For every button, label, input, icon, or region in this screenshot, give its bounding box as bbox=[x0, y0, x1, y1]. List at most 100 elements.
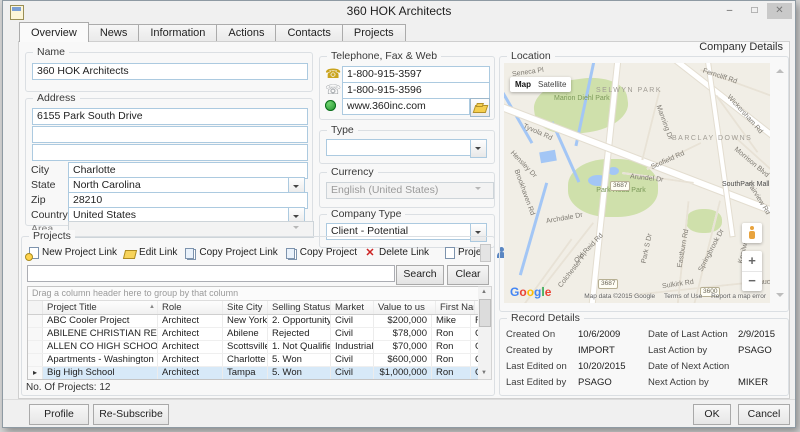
toolbar-overflow-grip[interactable] bbox=[480, 244, 491, 262]
copy-project-link-button[interactable]: Copy Project Link bbox=[184, 247, 277, 259]
record-details-group: Record Details Created On 10/6/2009 Date… bbox=[499, 318, 789, 396]
map-label: Park S Dr bbox=[641, 233, 654, 264]
col-first-name[interactable]: First Name bbox=[436, 301, 475, 314]
location-group: Location bbox=[499, 56, 789, 312]
col-site-city[interactable]: Site City bbox=[223, 301, 268, 314]
projects-group-label: Projects bbox=[29, 230, 75, 242]
col-project-title[interactable]: Project Title▲ bbox=[43, 301, 158, 314]
currency-group-label: Currency bbox=[327, 166, 378, 178]
close-button[interactable]: ✕ bbox=[767, 3, 792, 19]
search-button[interactable]: Search bbox=[396, 265, 444, 285]
project-search-input[interactable] bbox=[27, 265, 395, 282]
edit-link-button[interactable]: Edit Link bbox=[124, 247, 177, 259]
type-dropdown[interactable] bbox=[326, 139, 475, 156]
overview-tab-page: Company Details Name Address City State … bbox=[18, 41, 790, 399]
website-input[interactable] bbox=[342, 98, 470, 115]
created-by-value: IMPORT bbox=[578, 345, 615, 356]
type-dropdown-arrow-icon[interactable] bbox=[470, 139, 487, 158]
zoom-in-button[interactable]: + bbox=[742, 251, 762, 272]
col-market[interactable]: Market bbox=[331, 301, 374, 314]
fax-input[interactable] bbox=[342, 82, 490, 99]
col-selling-status[interactable]: Selling Status bbox=[268, 301, 331, 314]
area-dropdown-arrow-icon bbox=[292, 223, 302, 233]
table-row-selected[interactable]: ▸ Big High SchoolArchitect Tampa5. Won C… bbox=[28, 367, 479, 380]
group-by-hint[interactable]: Drag a column header here to group by th… bbox=[28, 287, 479, 300]
profile-button[interactable]: Profile bbox=[29, 404, 89, 425]
country-label: Country bbox=[31, 209, 68, 221]
table-row[interactable]: ALLEN CO HIGH SCHOOL PH 2Architect Scott… bbox=[28, 341, 479, 354]
clear-button[interactable]: Clear bbox=[447, 265, 489, 285]
ok-button[interactable]: OK bbox=[693, 404, 731, 425]
address-line2-input[interactable] bbox=[32, 126, 308, 143]
map-label: Colchester Pl bbox=[557, 252, 588, 289]
scroll-down-icon[interactable]: ▼ bbox=[478, 368, 490, 379]
sort-ascending-icon: ▲ bbox=[149, 301, 155, 314]
address-line1-input[interactable] bbox=[32, 108, 308, 125]
pegman-control[interactable] bbox=[742, 223, 762, 243]
terms-of-use-link[interactable]: Terms of Use bbox=[664, 293, 702, 300]
created-by-label: Created by bbox=[506, 345, 552, 356]
window-title: 360 HOK Architects bbox=[3, 4, 795, 18]
telephone-group-label: Telephone, Fax & Web bbox=[327, 50, 441, 62]
maximize-button[interactable]: □ bbox=[742, 3, 767, 19]
phone-input[interactable] bbox=[342, 66, 490, 83]
zip-label: Zip bbox=[31, 194, 46, 206]
report-map-error-link[interactable]: Report a map error bbox=[711, 293, 766, 300]
tab-information[interactable]: Information bbox=[138, 24, 217, 42]
google-map[interactable]: Seneca Pl SELWYN PARK Ferncliff Rd Wicke… bbox=[504, 63, 770, 303]
tab-contacts[interactable]: Contacts bbox=[275, 24, 342, 42]
table-row[interactable]: ABILENE CHRISTIAN RECREATI...Architect A… bbox=[28, 328, 479, 341]
app-window: 360 HOK Architects – □ ✕ Overview News I… bbox=[2, 0, 796, 428]
last-edited-on-value: 10/20/2015 bbox=[578, 361, 626, 372]
tab-overview[interactable]: Overview bbox=[19, 22, 89, 42]
tab-news[interactable]: News bbox=[88, 24, 140, 42]
edit-link-icon bbox=[123, 250, 137, 259]
google-logo[interactable]: Google bbox=[510, 285, 551, 299]
panel-scrollbar[interactable] bbox=[773, 63, 786, 303]
minimize-button[interactable]: – bbox=[717, 3, 742, 19]
grid-scrollbar[interactable]: ▲ ▼ bbox=[478, 286, 492, 380]
date-next-action-label: Date of Next Action bbox=[648, 361, 729, 372]
created-on-value: 10/6/2009 bbox=[578, 329, 620, 340]
cancel-button[interactable]: Cancel bbox=[738, 404, 790, 425]
map-label: Eastburn Rd bbox=[677, 229, 691, 269]
currency-dropdown: English (United States) bbox=[326, 182, 494, 199]
last-edited-on-label: Last Edited on bbox=[506, 361, 567, 372]
next-action-by-label: Next Action by bbox=[648, 377, 709, 388]
scroll-up-icon[interactable] bbox=[776, 69, 784, 73]
tab-projects[interactable]: Projects bbox=[342, 24, 406, 42]
last-edited-by-value: PSAGO bbox=[578, 377, 612, 388]
new-project-link-button[interactable]: New Project Link bbox=[27, 247, 117, 259]
copy-project-button[interactable]: Copy Project bbox=[285, 247, 357, 259]
col-value-to-us[interactable]: Value to us bbox=[374, 301, 436, 314]
type-group-label: Type bbox=[327, 124, 358, 136]
currency-dropdown-arrow-icon bbox=[474, 184, 484, 194]
resubscribe-button[interactable]: Re-Subscribe bbox=[93, 404, 169, 425]
road bbox=[641, 90, 660, 160]
record-details-group-label: Record Details bbox=[507, 312, 584, 324]
table-row[interactable]: ABC Cooler ProjectArchitect New York ...… bbox=[28, 315, 479, 328]
map-button[interactable]: Map bbox=[515, 80, 531, 89]
scroll-up-icon[interactable]: ▲ bbox=[478, 287, 490, 298]
table-row[interactable]: Apartments - WashingtonArchitect Charlot… bbox=[28, 354, 479, 367]
zoom-out-button[interactable]: − bbox=[742, 271, 762, 291]
scroll-down-icon[interactable] bbox=[776, 293, 784, 297]
new-project-link-icon bbox=[29, 247, 39, 259]
satellite-button[interactable]: Satellite bbox=[538, 80, 566, 89]
open-website-button[interactable] bbox=[470, 98, 490, 117]
delete-link-button[interactable]: ✕Delete Link bbox=[364, 247, 429, 259]
projects-group: Projects New Project Link Edit Link Copy… bbox=[21, 236, 495, 396]
next-action-by-value: MIKER bbox=[738, 377, 768, 388]
map-type-control: Map Satellite bbox=[510, 77, 571, 92]
route-badge: 3687 bbox=[598, 279, 618, 289]
company-name-input[interactable] bbox=[32, 63, 308, 80]
scrollbar-thumb[interactable] bbox=[479, 299, 491, 327]
map-label: Marion Diehl Park bbox=[554, 95, 602, 102]
tab-actions[interactable]: Actions bbox=[216, 24, 276, 42]
address-line3-input[interactable] bbox=[32, 144, 308, 161]
title-bar[interactable]: 360 HOK Architects – □ ✕ bbox=[3, 1, 795, 23]
route-badge: 3687 bbox=[610, 181, 630, 191]
col-role[interactable]: Role bbox=[158, 301, 223, 314]
address-group: Address City State North Carolina Zip Co… bbox=[25, 98, 313, 226]
telephone-group: Telephone, Fax & Web ☎ ☏ bbox=[319, 56, 495, 120]
